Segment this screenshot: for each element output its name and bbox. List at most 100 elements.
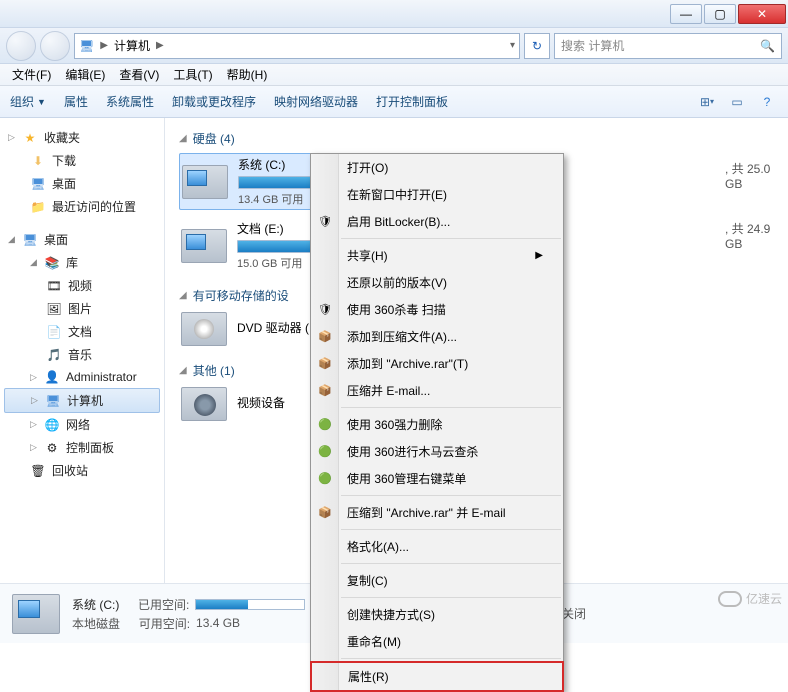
organize-label: 组织 bbox=[10, 93, 34, 110]
video-icon: 🎞 bbox=[46, 278, 62, 294]
sidebar-downloads[interactable]: ⬇下载 bbox=[4, 149, 160, 172]
dropdown-icon: ▼ bbox=[37, 97, 46, 107]
context-menu-label: 创建快捷方式(S) bbox=[347, 606, 435, 623]
minimize-icon: — bbox=[680, 7, 692, 21]
context-menu-item-properties[interactable]: 属性(R) bbox=[310, 661, 564, 692]
menu-file[interactable]: 文件(F) bbox=[6, 64, 57, 85]
context-menu-item[interactable]: 🛡使用 360杀毒 扫描 bbox=[311, 296, 563, 323]
context-menu-item[interactable]: 📦添加到压缩文件(A)... bbox=[311, 323, 563, 350]
360g-icon: 🟢 bbox=[317, 471, 333, 487]
context-menu-item[interactable]: 复制(C) bbox=[311, 567, 563, 594]
sidebar-documents[interactable]: 📄文档 bbox=[4, 320, 160, 343]
context-menu-label: 使用 360强力删除 bbox=[347, 416, 442, 433]
context-menu-item[interactable]: 📦压缩并 E-mail... bbox=[311, 377, 563, 404]
breadcrumb-computer[interactable]: 计算机 bbox=[114, 37, 150, 54]
address-bar[interactable]: 🖥 ▶ 计算机 ▶ ▾ bbox=[74, 33, 520, 59]
menu-tools[interactable]: 工具(T) bbox=[167, 64, 218, 85]
toolbar-control-panel[interactable]: 打开控制面板 bbox=[376, 93, 448, 110]
context-menu-item[interactable]: 🟢使用 360强力删除 bbox=[311, 411, 563, 438]
toolbar-properties[interactable]: 属性 bbox=[64, 93, 88, 110]
download-icon: ⬇ bbox=[30, 153, 46, 169]
close-button[interactable]: ✕ bbox=[738, 4, 786, 24]
context-menu-item[interactable]: 打开(O) bbox=[311, 154, 563, 181]
context-menu-item[interactable]: 🛡启用 BitLocker(B)... bbox=[311, 208, 563, 235]
view-mode-button[interactable]: ⊞▾ bbox=[696, 91, 718, 113]
expand-icon: ▷ bbox=[30, 442, 38, 453]
sidebar-recent[interactable]: 📁最近访问的位置 bbox=[4, 195, 160, 218]
context-menu-label: 打开(O) bbox=[347, 159, 388, 176]
collapse-icon: ◢ bbox=[179, 365, 187, 376]
sidebar-recycle[interactable]: 🗑回收站 bbox=[4, 459, 160, 482]
back-button[interactable] bbox=[6, 31, 36, 61]
sidebar-pictures[interactable]: 🖼图片 bbox=[4, 297, 160, 320]
section-label: 其他 (1) bbox=[193, 362, 235, 379]
separator bbox=[341, 238, 561, 239]
sidebar-favorites[interactable]: ▷ ★ 收藏夹 bbox=[4, 126, 160, 149]
toolbar-map-drive[interactable]: 映射网络驱动器 bbox=[274, 93, 358, 110]
separator bbox=[341, 658, 561, 659]
toolbar-uninstall[interactable]: 卸载或更改程序 bbox=[172, 93, 256, 110]
preview-pane-button[interactable]: ▭ bbox=[726, 91, 748, 113]
close-icon: ✕ bbox=[757, 7, 767, 21]
sidebar-admin[interactable]: ▷👤Administrator bbox=[4, 366, 160, 388]
context-menu-label: 格式化(A)... bbox=[347, 538, 409, 555]
context-menu-label: 使用 360管理右键菜单 bbox=[347, 470, 466, 487]
menu-help[interactable]: 帮助(H) bbox=[221, 64, 274, 85]
context-menu-item[interactable]: 创建快捷方式(S) bbox=[311, 601, 563, 628]
sidebar-music[interactable]: 🎵音乐 bbox=[4, 343, 160, 366]
sidebar-desktop-fav[interactable]: 🖥桌面 bbox=[4, 172, 160, 195]
context-menu-item[interactable]: 重命名(M) bbox=[311, 628, 563, 655]
context-menu-item[interactable]: 🟢 使用 360管理右键菜单 bbox=[311, 465, 563, 492]
drive-icon bbox=[182, 165, 228, 199]
context-menu-label: 添加到压缩文件(A)... bbox=[347, 328, 457, 345]
sidebar-control-panel[interactable]: ▷⚙控制面板 bbox=[4, 436, 160, 459]
forward-button[interactable] bbox=[40, 31, 70, 61]
sidebar-item-label: 文档 bbox=[68, 323, 92, 340]
toolbar-system-properties[interactable]: 系统属性 bbox=[106, 93, 154, 110]
search-input[interactable]: 搜索 计算机 🔍 bbox=[554, 33, 782, 59]
menu-bar: 文件(F) 编辑(E) 查看(V) 工具(T) 帮助(H) bbox=[0, 64, 788, 86]
sidebar-library[interactable]: ◢📚库 bbox=[4, 251, 160, 274]
star-icon: ★ bbox=[22, 130, 38, 146]
network-icon: 🌐 bbox=[44, 417, 60, 433]
context-menu-item[interactable]: 📦压缩到 "Archive.rar" 并 E-mail bbox=[311, 499, 563, 526]
sidebar-computer[interactable]: ▷🖥计算机 bbox=[4, 388, 160, 413]
sidebar-favorites-label: 收藏夹 bbox=[44, 129, 80, 146]
context-menu-item[interactable]: 🟢使用 360进行木马云查杀 bbox=[311, 438, 563, 465]
context-menu-label: 使用 360进行木马云查杀 bbox=[347, 443, 478, 460]
separator bbox=[341, 495, 561, 496]
sidebar-videos[interactable]: 🎞 视频 bbox=[4, 274, 160, 297]
sidebar-network[interactable]: ▷🌐网络 bbox=[4, 413, 160, 436]
context-menu-label: 使用 360杀毒 扫描 bbox=[347, 301, 446, 318]
refresh-button[interactable]: ↻ bbox=[524, 33, 550, 59]
section-hdd[interactable]: ◢硬盘 (4) bbox=[179, 130, 780, 147]
sidebar-item-label: 桌面 bbox=[44, 231, 68, 248]
details-title: 系统 (C:) bbox=[72, 596, 119, 613]
sidebar-desktop[interactable]: ◢ 🖥 桌面 bbox=[4, 228, 160, 251]
computer-icon: 🖥 bbox=[45, 393, 61, 409]
menu-view[interactable]: 查看(V) bbox=[113, 64, 165, 85]
rar-icon: 📦 bbox=[317, 505, 333, 521]
search-icon: 🔍 bbox=[760, 39, 775, 53]
menu-edit[interactable]: 编辑(E) bbox=[59, 64, 111, 85]
sidebar-item-label: 视频 bbox=[68, 277, 92, 294]
picture-icon: 🖼 bbox=[46, 301, 62, 317]
collapse-icon: ◢ bbox=[179, 290, 187, 301]
drive-icon bbox=[12, 594, 60, 634]
maximize-button[interactable]: ▢ bbox=[704, 4, 736, 24]
expand-icon: ▷ bbox=[30, 419, 38, 430]
sidebar-item-label: 控制面板 bbox=[66, 439, 114, 456]
context-menu-label: 压缩并 E-mail... bbox=[347, 382, 430, 399]
organize-button[interactable]: 组织 ▼ bbox=[10, 93, 46, 110]
context-menu-item[interactable]: 📦添加到 "Archive.rar"(T) bbox=[311, 350, 563, 377]
context-menu-item[interactable]: 格式化(A)... bbox=[311, 533, 563, 560]
minimize-button[interactable]: — bbox=[670, 4, 702, 24]
recent-icon: 📁 bbox=[30, 199, 46, 215]
address-dropdown-icon[interactable]: ▾ bbox=[510, 40, 515, 51]
help-button[interactable]: ? bbox=[756, 91, 778, 113]
context-menu-item[interactable]: 共享(H)▶ bbox=[311, 242, 563, 269]
context-menu-item[interactable]: 还原以前的版本(V) bbox=[311, 269, 563, 296]
recycle-icon: 🗑 bbox=[30, 463, 46, 479]
context-menu-item[interactable]: 在新窗口中打开(E) bbox=[311, 181, 563, 208]
sidebar-item-label: 音乐 bbox=[68, 346, 92, 363]
